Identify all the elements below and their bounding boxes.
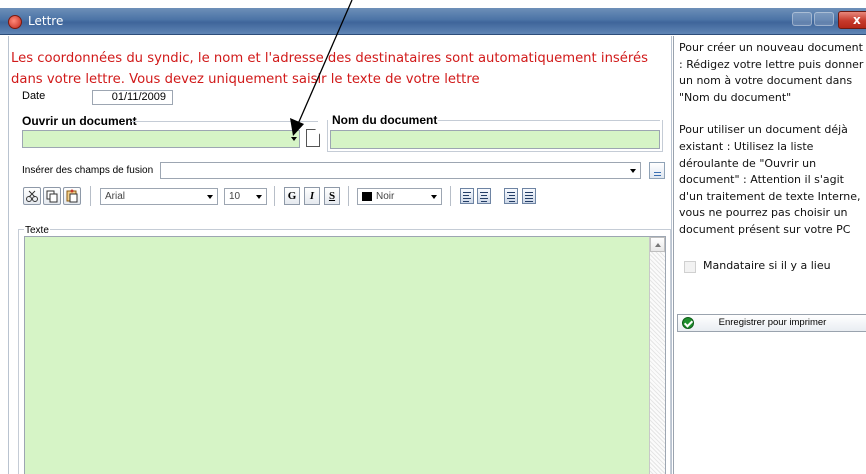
date-field[interactable]: 01/11/2009	[92, 90, 173, 105]
intro-notice: Les coordonnées du syndic, le nom et l'a…	[11, 51, 649, 87]
maximize-button[interactable]	[814, 12, 834, 26]
align-center-icon[interactable]	[477, 188, 491, 204]
check-icon	[682, 317, 694, 329]
window-title: Lettre	[28, 14, 64, 28]
merge-field-icon[interactable]	[649, 162, 665, 179]
lettre-window: Lettre x Les coordonnées du syndic, le n…	[0, 0, 866, 474]
font-size-value: 10	[229, 191, 241, 202]
open-document-separator	[131, 121, 318, 122]
help-existing-document: Pour utiliser un document déjà existant …	[679, 123, 861, 236]
dropdown-arrow-icon[interactable]	[291, 137, 297, 141]
document-name-label: Nom du document	[332, 113, 438, 127]
toolbar-separator	[274, 186, 275, 206]
document-name-separator	[438, 120, 660, 121]
title-bar: Lettre x	[0, 8, 866, 35]
dropdown-arrow-icon[interactable]	[207, 195, 213, 199]
help-new-document: Pour créer un nouveau document : Rédigez…	[679, 41, 864, 104]
dropdown-arrow-icon[interactable]	[630, 169, 636, 173]
help-text: Pour créer un nouveau document : Rédigez…	[679, 40, 865, 255]
strike-button[interactable]: S	[324, 187, 340, 205]
color-swatch	[362, 192, 372, 201]
text-scrollbar[interactable]	[649, 237, 665, 474]
text-label: Texte	[24, 225, 50, 236]
document-name-field[interactable]	[330, 130, 660, 149]
justify-icon[interactable]	[522, 188, 536, 204]
mandataire-label: Mandataire si il y a lieu	[703, 259, 831, 272]
mandataire-checkbox[interactable]	[684, 261, 696, 273]
color-select[interactable]: Noir	[357, 188, 442, 205]
dropdown-arrow-icon[interactable]	[431, 195, 437, 199]
open-document-combo[interactable]	[22, 130, 300, 148]
save-print-label: Enregistrer pour imprimer	[718, 317, 827, 328]
toolbar-separator	[450, 186, 451, 206]
font-size-select[interactable]: 10	[224, 188, 267, 205]
date-label: Date	[22, 90, 46, 102]
open-document-label: Ouvrir un document	[22, 114, 137, 128]
merge-fields-label: Insérer des champs de fusion	[22, 165, 154, 176]
dropdown-arrow-icon[interactable]	[256, 195, 262, 199]
bold-button[interactable]: G	[284, 187, 300, 205]
align-left-icon[interactable]	[460, 188, 474, 204]
font-select[interactable]: Arial	[100, 188, 218, 205]
letter-text-area[interactable]	[24, 236, 666, 474]
toolbar-separator	[90, 186, 91, 206]
app-icon	[8, 15, 22, 29]
align-right-icon[interactable]	[504, 188, 518, 204]
save-print-button[interactable]: Enregistrer pour imprimer	[677, 314, 866, 332]
cut-icon[interactable]	[23, 187, 41, 205]
merge-fields-combo[interactable]	[160, 162, 641, 179]
font-value: Arial	[105, 191, 126, 202]
scroll-up-icon[interactable]	[650, 237, 665, 252]
copy-icon[interactable]	[43, 187, 61, 205]
close-button[interactable]: x	[838, 11, 866, 29]
color-value: Noir	[376, 191, 395, 202]
minimize-button[interactable]	[792, 12, 812, 26]
paste-icon[interactable]	[63, 187, 81, 205]
italic-button[interactable]: I	[304, 187, 320, 205]
toolbar-separator	[348, 186, 349, 206]
